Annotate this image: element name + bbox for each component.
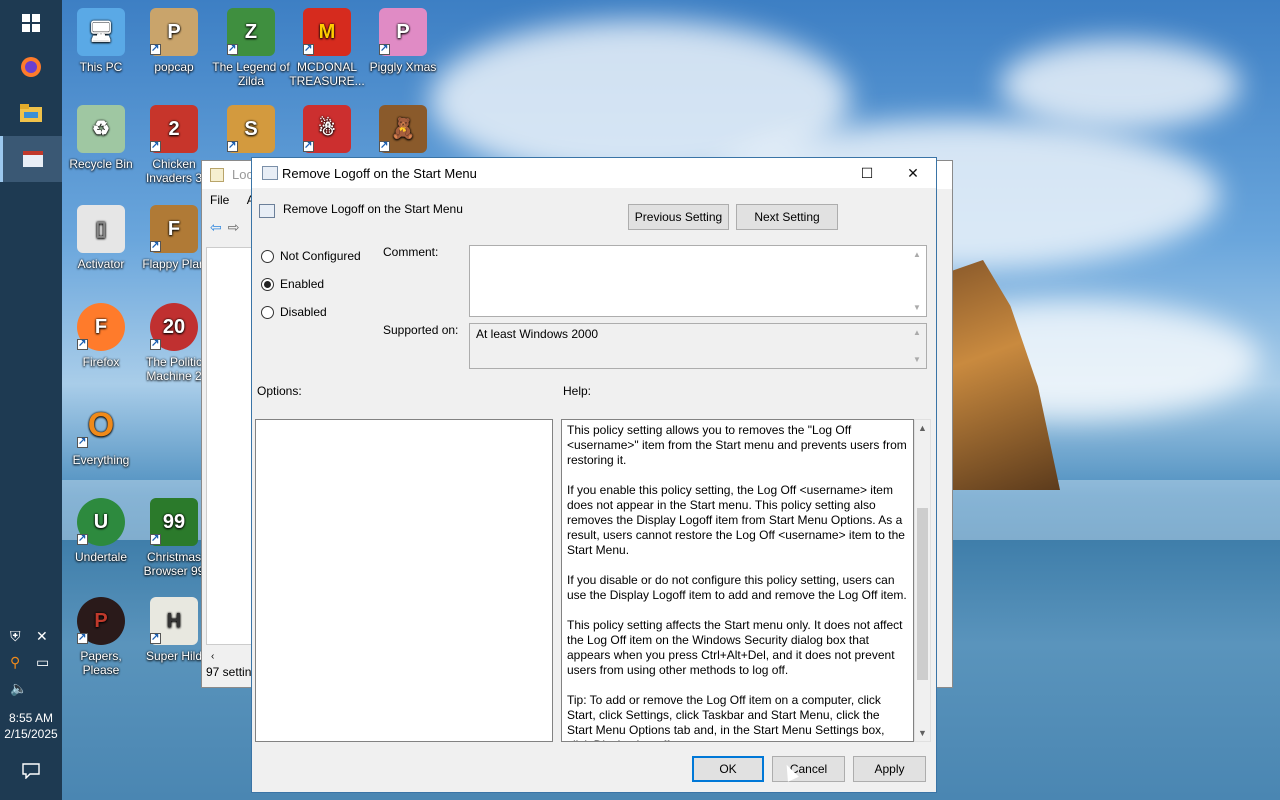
display-icon[interactable]: ▭ [36, 654, 49, 671]
help-paragraph: This policy setting affects the Start me… [567, 618, 903, 677]
back-arrow-icon[interactable]: ⇦ [210, 219, 222, 236]
scroll-up-arrow-icon[interactable]: ▲ [918, 423, 927, 433]
firefox-desktop-icon: F [77, 303, 125, 351]
taskbar-clock[interactable]: 8:55 AM 2/15/2025 [0, 710, 62, 742]
desktop-icon-piggly-xmas[interactable]: PPiggly Xmas [364, 8, 442, 74]
ok-button[interactable]: OK [692, 756, 764, 782]
comment-label: Comment: [383, 245, 439, 259]
help-paragraph: If you enable this policy setting, the L… [567, 483, 905, 557]
help-label: Help: [563, 384, 592, 398]
desktop-icon-legend-of-zilda[interactable]: ZThe Legend of Zilda [212, 8, 290, 88]
mcdonald-icon: M [303, 8, 351, 56]
desktop-icon-activator[interactable]: ▯ Activator [62, 205, 140, 271]
policy-setting-icon [262, 166, 278, 180]
supported-on-scrollbar[interactable]: ▲ ▼ [909, 324, 926, 368]
close-icon[interactable]: ✕ [890, 158, 936, 188]
radio-not-configured-dot[interactable] [261, 249, 274, 263]
bg-status-bar: 97 settin [206, 665, 252, 679]
desktop-icon-snowman[interactable]: ☃ [288, 105, 366, 157]
options-label: Options: [257, 384, 302, 398]
desktop-icon-papers-please[interactable]: PPapers, Please [62, 597, 140, 677]
help-paragraph: This policy setting allows you to remove… [567, 423, 907, 467]
next-setting-button[interactable]: Next Setting [736, 204, 838, 230]
recycle-bin-icon: ♻ [77, 105, 125, 153]
teddy-game-icon: 🧸 [379, 105, 427, 153]
apply-button[interactable]: Apply [853, 756, 926, 782]
clock-time: 8:55 AM [8, 711, 54, 725]
radio-not-configured[interactable]: Not Configured [261, 249, 361, 263]
bg-nav-bar: ⇦ ⇨ [206, 216, 252, 238]
everything-search-icon: O [77, 401, 125, 449]
piggly-xmas-icon: P [379, 8, 427, 56]
file-explorer-icon[interactable] [0, 90, 62, 136]
dialog-title: Remove Logoff on the Start Menu [282, 166, 477, 181]
chicken-invaders-icon: 2 [150, 105, 198, 153]
forward-arrow-icon[interactable]: ⇨ [228, 219, 240, 236]
comment-scrollbar[interactable]: ▲ ▼ [909, 246, 926, 316]
bg-window-scrollbar[interactable] [936, 247, 950, 667]
help-paragraph: If you disable or do not configure this … [567, 573, 907, 602]
maximize-icon[interactable]: ☐ [844, 158, 890, 188]
clock-date: 2/15/2025 [4, 727, 58, 741]
radio-disabled-dot[interactable] [261, 305, 274, 319]
policy-setting-dialog: Remove Logoff on the Start Menu ☐ ✕ Remo… [251, 157, 937, 793]
radio-disabled[interactable]: Disabled [261, 305, 327, 319]
search-icon[interactable]: ⚲ [10, 654, 20, 671]
help-pane[interactable]: This policy setting allows you to remove… [561, 419, 914, 742]
help-text: This policy setting allows you to remove… [567, 423, 907, 741]
political-machine-icon: 20 [150, 303, 198, 351]
volume-muted-icon[interactable]: 🔈 [10, 680, 27, 697]
super-hild-icon: H [150, 597, 198, 645]
legend-of-zilda-icon: Z [227, 8, 275, 56]
activator-icon: ▯ [77, 205, 125, 253]
scroll-left-arrow-icon[interactable]: ‹ [211, 651, 214, 662]
windows-start-icon[interactable] [0, 0, 62, 46]
taskbar: ⛨ ✕ ⚲ ▭ 🔈 8:55 AM 2/15/2025 [0, 0, 62, 800]
christmas-browser-icon: 99 [150, 498, 198, 546]
firefox-icon[interactable] [0, 44, 62, 90]
desktop-icon-firefox[interactable]: FFirefox [62, 303, 140, 369]
seasons-game-icon: S [227, 105, 275, 153]
notification-icon[interactable] [0, 748, 62, 794]
comment-field[interactable]: ▲ ▼ [469, 245, 927, 317]
security-icon[interactable]: ⛨ [10, 628, 21, 645]
scroll-down-arrow-icon[interactable]: ▼ [918, 728, 927, 738]
desktop-icon-undertale[interactable]: UUndertale [62, 498, 140, 564]
group-policy-icon[interactable] [0, 136, 62, 182]
supported-on-field[interactable]: At least Windows 2000 ▲ ▼ [469, 323, 927, 369]
help-paragraph: Tip: To add or remove the Log Off item o… [567, 693, 885, 741]
network-status-icon[interactable]: ✕ [36, 628, 48, 645]
supported-on-label: Supported on: [383, 323, 459, 337]
bg-tree-pane[interactable]: ‹ [206, 247, 254, 662]
snowman-game-icon: ☃ [303, 105, 351, 153]
options-pane[interactable] [255, 419, 553, 742]
help-scrollbar[interactable]: ▲ ▼ [914, 419, 931, 742]
desktop-icon-everything[interactable]: OEverything [62, 401, 140, 467]
bg-menu-bar: File A [210, 193, 255, 207]
previous-setting-button[interactable]: Previous Setting [628, 204, 729, 230]
desktop-icon-teddy[interactable]: 🧸 [364, 105, 442, 157]
desktop-icon-recycle-bin[interactable]: ♻ Recycle Bin [62, 105, 140, 171]
setting-header-icon [259, 204, 275, 218]
menu-file[interactable]: File [210, 193, 229, 207]
help-scrollbar-thumb[interactable] [917, 508, 928, 680]
setting-name: Remove Logoff on the Start Menu [283, 202, 463, 216]
undertale-icon: U [77, 498, 125, 546]
radio-enabled-dot[interactable] [261, 277, 274, 291]
this-pc-icon: 🖥 [77, 8, 125, 56]
desktop-icon-this-pc[interactable]: 🖥 This PC [62, 8, 140, 74]
papers-please-icon: P [77, 597, 125, 645]
desktop-icon-mcdonald-treasure[interactable]: MMCDONAL TREASURE... [288, 8, 366, 88]
radio-enabled[interactable]: Enabled [261, 277, 324, 291]
policy-editor-icon [210, 168, 224, 182]
desktop-icon-seasons[interactable]: S [212, 105, 290, 157]
desktop-icon-popcap[interactable]: Ppopcap [135, 8, 213, 74]
flappy-plane-icon: F [150, 205, 198, 253]
popcap-icon: P [150, 8, 198, 56]
dialog-title-bar: Remove Logoff on the Start Menu ☐ ✕ [252, 158, 936, 188]
